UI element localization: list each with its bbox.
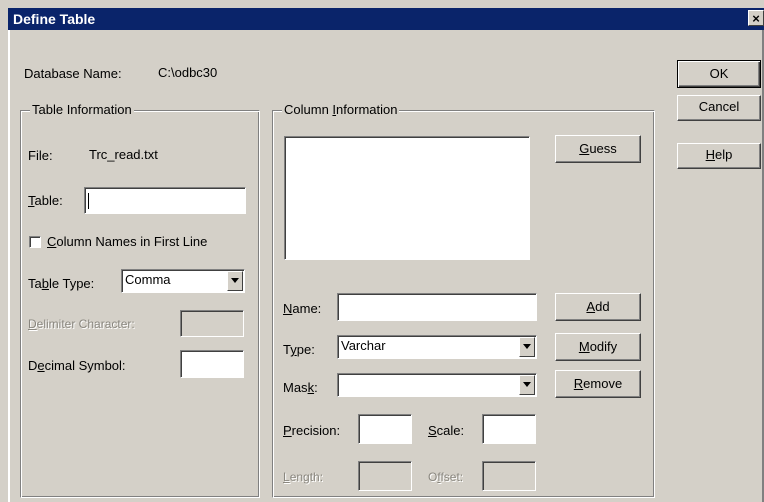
guess-post: uess: [589, 141, 617, 156]
table-type-pre: Ta: [28, 276, 42, 291]
offset-label: Offset:: [428, 470, 463, 484]
name-post: ame:: [292, 301, 322, 316]
mask-label: Mask:: [283, 380, 318, 395]
decimal-symbol-input[interactable]: [180, 350, 244, 378]
file-label: File:: [28, 148, 53, 163]
offset-post: fset:: [440, 470, 464, 484]
delimiter-key: D: [28, 317, 37, 331]
decimal-pre: D: [28, 358, 38, 373]
column-legend-pre: Column: [284, 102, 333, 117]
delimiter-post: elimiter Character:: [36, 317, 135, 331]
length-post: ength:: [289, 470, 324, 484]
precision-input[interactable]: [358, 414, 412, 444]
chevron-down-icon[interactable]: [519, 337, 535, 357]
table-type-label: Table Type:: [28, 276, 94, 291]
help-button[interactable]: Help: [677, 143, 761, 169]
title-bar: Define Table ×: [8, 8, 764, 30]
file-value: Trc_read.txt: [89, 147, 158, 162]
precision-post: recision:: [291, 423, 341, 438]
name-key: N: [283, 301, 293, 316]
modify-key: M: [578, 339, 590, 354]
database-name-value: C:\odbc30: [158, 65, 218, 80]
table-type-key: b: [41, 276, 49, 291]
scale-input[interactable]: [482, 414, 536, 444]
guess-key: G: [579, 141, 590, 156]
add-button[interactable]: Add: [555, 293, 641, 321]
column-list[interactable]: [284, 136, 530, 260]
colnames-key: C: [47, 234, 57, 249]
length-key: L: [283, 470, 290, 484]
table-label-post: able:: [34, 193, 63, 208]
mask-dropdown[interactable]: [337, 373, 537, 397]
modify-button[interactable]: Modify: [555, 333, 641, 361]
table-name-input[interactable]: [84, 187, 246, 214]
chevron-down-icon[interactable]: [227, 271, 243, 291]
scale-post: cale:: [436, 423, 465, 438]
colnames-post: olumn Names in First Line: [56, 234, 208, 249]
precision-label: Precision:: [283, 423, 340, 438]
delimiter-label: Delimiter Character:: [28, 317, 135, 331]
close-button[interactable]: ×: [748, 10, 764, 26]
table-type-value: Comma: [125, 272, 171, 287]
table-type-dropdown[interactable]: Comma: [121, 269, 245, 293]
window-title: Define Table: [13, 11, 96, 27]
guess-button[interactable]: Guess: [555, 135, 641, 163]
precision-key: P: [283, 423, 292, 438]
close-icon: ×: [752, 11, 760, 26]
name-label: Name:: [283, 301, 321, 316]
column-names-checkbox[interactable]: [29, 236, 41, 248]
type-label: Type:: [283, 342, 315, 357]
offset-input: [482, 461, 536, 491]
help-label-post: elp: [715, 147, 733, 162]
database-name-label: Database Name:: [24, 66, 122, 81]
delimiter-input: [180, 310, 244, 337]
column-info-legend: Column Information: [282, 102, 400, 117]
type-post: pe:: [296, 342, 315, 357]
column-names-label[interactable]: Column Names in First Line: [47, 234, 207, 249]
offset-pre: O: [428, 470, 438, 484]
length-label: Length:: [283, 470, 323, 484]
remove-key: R: [573, 376, 584, 391]
mask-post: :: [314, 380, 318, 395]
remove-button[interactable]: Remove: [555, 370, 641, 398]
decimal-post: cimal Symbol:: [44, 358, 126, 373]
window-border-left: [8, 30, 10, 502]
table-info-group: [20, 110, 260, 498]
scale-key: S: [428, 423, 437, 438]
cancel-button[interactable]: Cancel: [677, 95, 761, 121]
help-label-key: H: [705, 147, 716, 162]
modify-post: odify: [589, 339, 618, 354]
text-caret: [88, 193, 89, 209]
column-type-value: Varchar: [341, 338, 386, 353]
table-name-label: Table:: [28, 193, 63, 208]
decimal-key: e: [37, 358, 45, 373]
add-key: A: [586, 299, 596, 314]
column-type-dropdown[interactable]: Varchar: [337, 335, 537, 359]
column-legend-post: nformation: [336, 102, 398, 117]
column-name-input[interactable]: [337, 293, 537, 321]
ok-button[interactable]: OK: [677, 60, 761, 88]
chevron-down-icon[interactable]: [519, 375, 535, 395]
add-post: dd: [595, 299, 610, 314]
mask-pre: Mas: [283, 380, 308, 395]
length-input: [358, 461, 412, 491]
scale-label: Scale:: [428, 423, 464, 438]
remove-post: emove: [583, 376, 623, 391]
table-type-post: le Type:: [48, 276, 95, 291]
decimal-symbol-label: Decimal Symbol:: [28, 358, 126, 373]
table-info-legend: Table Information: [30, 102, 134, 117]
